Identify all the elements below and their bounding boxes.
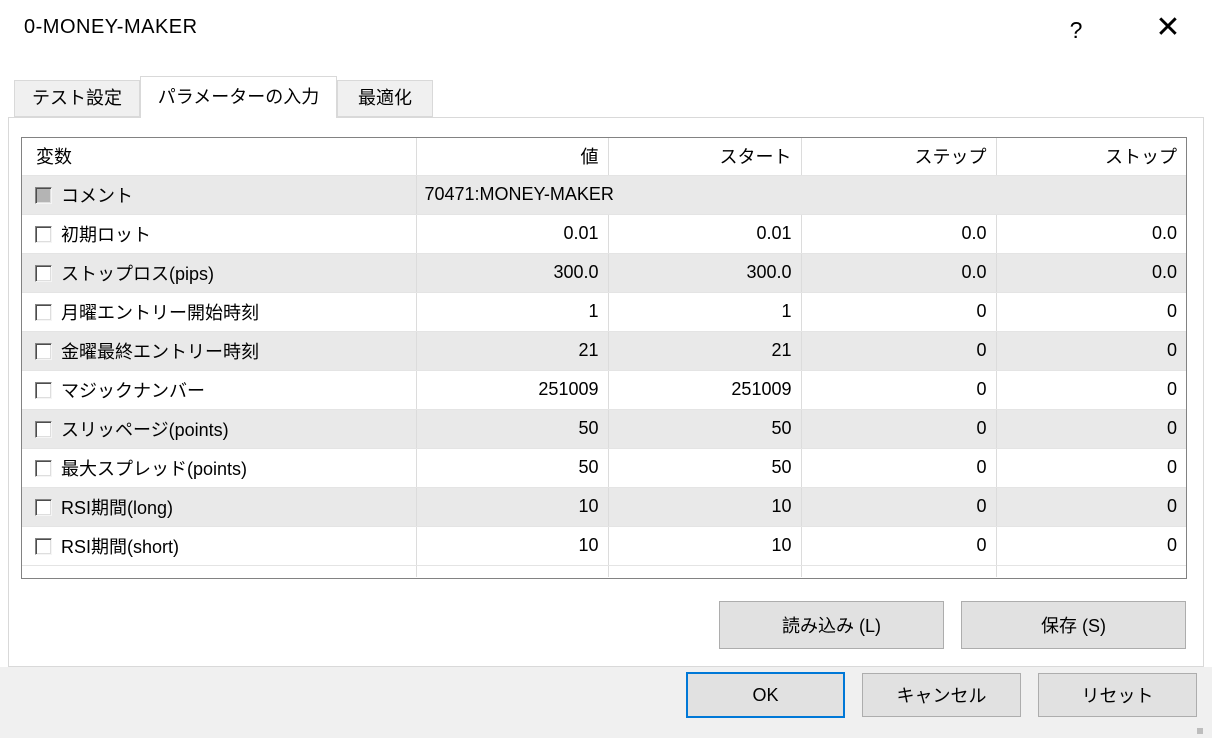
table-filler-row xyxy=(22,565,1186,577)
param-step[interactable]: 0 xyxy=(801,370,996,409)
param-label: 月曜エントリー開始時刻 xyxy=(61,303,259,323)
column-header-step[interactable]: ステップ xyxy=(801,138,996,175)
param-start[interactable]: 1 xyxy=(608,292,801,331)
param-label: マジックナンバー xyxy=(61,381,205,401)
param-stop[interactable]: 0 xyxy=(996,292,1186,331)
table-row: RSI期間(long) 10 10 0 0 xyxy=(22,487,1186,526)
tab-panel: 変数 値 スタート ステップ ストップ コメント 70471:MONEY-MAK… xyxy=(8,117,1204,667)
column-header-stop[interactable]: ストップ xyxy=(996,138,1186,175)
param-label: RSI期間(short) xyxy=(61,537,179,557)
row-checkbox[interactable] xyxy=(35,304,52,321)
param-step[interactable]: 0 xyxy=(801,331,996,370)
table-row: RSI期間(short) 10 10 0 0 xyxy=(22,526,1186,565)
param-label: 最大スプレッド(points) xyxy=(61,459,247,479)
column-header-value[interactable]: 値 xyxy=(416,138,608,175)
table-row: 初期ロット 0.01 0.01 0.0 0.0 xyxy=(22,214,1186,253)
param-value[interactable]: 10 xyxy=(416,487,608,526)
table-row: コメント 70471:MONEY-MAKER xyxy=(22,175,1186,214)
param-value[interactable]: 1 xyxy=(416,292,608,331)
row-checkbox[interactable] xyxy=(35,382,52,399)
row-checkbox[interactable] xyxy=(35,343,52,360)
param-start[interactable]: 251009 xyxy=(608,370,801,409)
param-step[interactable]: 0 xyxy=(801,487,996,526)
tab-optimization[interactable]: 最適化 xyxy=(337,80,433,117)
param-stop[interactable]: 0 xyxy=(996,448,1186,487)
reset-button[interactable]: リセット xyxy=(1038,673,1197,717)
param-label: スリッページ(points) xyxy=(61,420,229,440)
row-checkbox[interactable] xyxy=(35,265,52,282)
close-icon[interactable]: ✕ xyxy=(1144,8,1192,50)
param-step[interactable]: 0.0 xyxy=(801,253,996,292)
row-checkbox[interactable] xyxy=(35,421,52,438)
window-title: 0-MONEY-MAKER xyxy=(24,16,198,39)
param-label: コメント xyxy=(61,186,133,206)
tab-test-settings[interactable]: テスト設定 xyxy=(14,80,140,117)
param-stop[interactable]: 0 xyxy=(996,487,1186,526)
tab-input-parameters[interactable]: パラメーターの入力 xyxy=(140,76,337,118)
param-start[interactable]: 10 xyxy=(608,487,801,526)
param-stop[interactable]: 0 xyxy=(996,331,1186,370)
param-value[interactable]: 10 xyxy=(416,526,608,565)
param-start[interactable]: 50 xyxy=(608,448,801,487)
table-header-row: 変数 値 スタート ステップ ストップ xyxy=(22,138,1186,175)
table-row: 金曜最終エントリー時刻 21 21 0 0 xyxy=(22,331,1186,370)
param-value[interactable]: 50 xyxy=(416,409,608,448)
param-value[interactable]: 251009 xyxy=(416,370,608,409)
param-start[interactable]: 10 xyxy=(608,526,801,565)
param-start[interactable]: 21 xyxy=(608,331,801,370)
row-checkbox[interactable] xyxy=(35,499,52,516)
table-row: 最大スプレッド(points) 50 50 0 0 xyxy=(22,448,1186,487)
row-checkbox[interactable] xyxy=(35,226,52,243)
column-header-variable[interactable]: 変数 xyxy=(22,138,416,175)
param-stop[interactable]: 0.0 xyxy=(996,253,1186,292)
row-checkbox[interactable] xyxy=(35,187,52,204)
param-step[interactable]: 0.0 xyxy=(801,214,996,253)
row-checkbox[interactable] xyxy=(35,460,52,477)
resize-grip[interactable] xyxy=(1197,728,1203,734)
table-row: 月曜エントリー開始時刻 1 1 0 0 xyxy=(22,292,1186,331)
footer-bar: OK キャンセル リセット xyxy=(0,667,1212,738)
param-stop[interactable]: 0 xyxy=(996,409,1186,448)
parameters-table: 変数 値 スタート ステップ ストップ コメント 70471:MONEY-MAK… xyxy=(21,137,1187,579)
param-step[interactable]: 0 xyxy=(801,409,996,448)
param-label: 金曜最終エントリー時刻 xyxy=(61,342,259,362)
row-checkbox[interactable] xyxy=(35,538,52,555)
param-step[interactable]: 0 xyxy=(801,526,996,565)
param-start[interactable]: 50 xyxy=(608,409,801,448)
save-button[interactable]: 保存 (S) xyxy=(961,601,1186,649)
table-row: マジックナンバー 251009 251009 0 0 xyxy=(22,370,1186,409)
table-row: スリッページ(points) 50 50 0 0 xyxy=(22,409,1186,448)
param-value[interactable]: 300.0 xyxy=(416,253,608,292)
param-label: ストップロス(pips) xyxy=(61,264,214,284)
title-bar: 0-MONEY-MAKER ? ✕ xyxy=(0,0,1212,60)
param-start[interactable]: 300.0 xyxy=(608,253,801,292)
param-value[interactable]: 50 xyxy=(416,448,608,487)
table-row: ストップロス(pips) 300.0 300.0 0.0 0.0 xyxy=(22,253,1186,292)
param-value[interactable]: 0.01 xyxy=(416,214,608,253)
param-value[interactable]: 70471:MONEY-MAKER xyxy=(416,175,1186,214)
param-step[interactable]: 0 xyxy=(801,292,996,331)
param-stop[interactable]: 0.0 xyxy=(996,214,1186,253)
load-button[interactable]: 読み込み (L) xyxy=(719,601,944,649)
param-start[interactable]: 0.01 xyxy=(608,214,801,253)
cancel-button[interactable]: キャンセル xyxy=(862,673,1021,717)
param-step[interactable]: 0 xyxy=(801,448,996,487)
column-header-start[interactable]: スタート xyxy=(608,138,801,175)
param-value[interactable]: 21 xyxy=(416,331,608,370)
help-icon[interactable]: ? xyxy=(1054,10,1098,50)
param-stop[interactable]: 0 xyxy=(996,370,1186,409)
param-label: RSI期間(long) xyxy=(61,498,173,518)
param-stop[interactable]: 0 xyxy=(996,526,1186,565)
ea-properties-dialog: 0-MONEY-MAKER ? ✕ テスト設定 パラメーターの入力 最適化 変数… xyxy=(0,0,1212,738)
ok-button[interactable]: OK xyxy=(686,672,845,718)
param-label: 初期ロット xyxy=(61,225,151,245)
